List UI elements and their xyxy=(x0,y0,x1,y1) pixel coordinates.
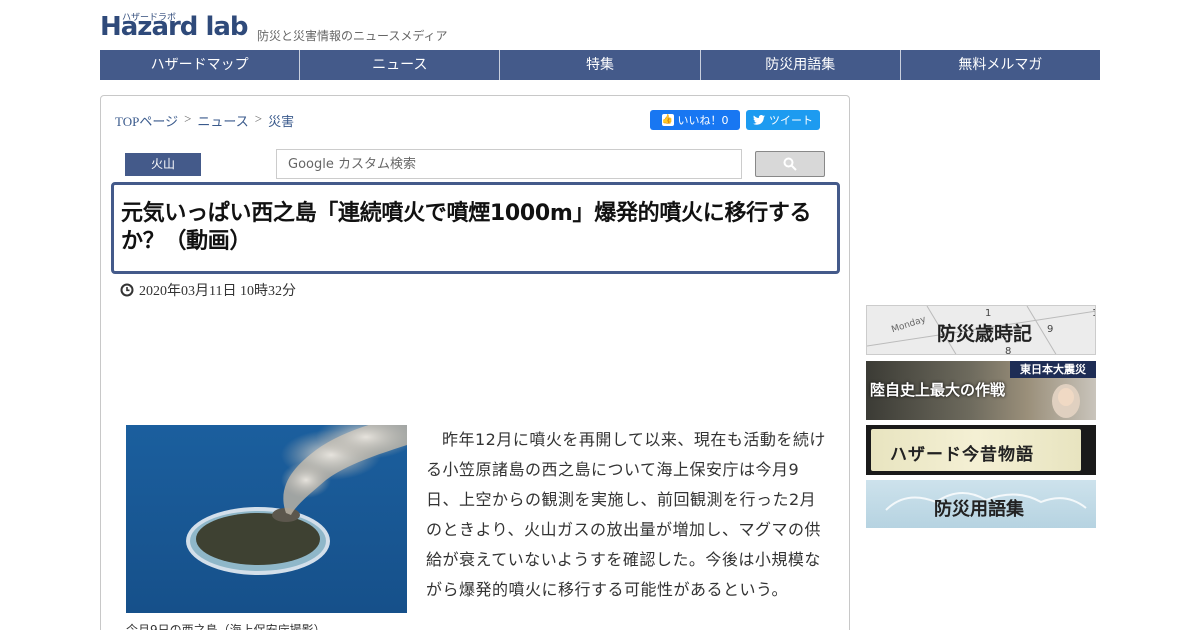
tweet-label: ツイート xyxy=(769,114,813,127)
site-tagline: 防災と災害情報のニュースメディア xyxy=(257,29,448,43)
breadcrumb-separator: > xyxy=(254,111,263,126)
facebook-like-button[interactable]: 👍 いいね！0 xyxy=(650,110,740,130)
search-button[interactable] xyxy=(755,151,825,177)
site-logo[interactable]: ハザードラボ Hazard lab xyxy=(100,10,249,42)
banner-konjaku-label: ハザード今昔物語 xyxy=(890,445,1034,465)
island-photo-image xyxy=(126,425,407,613)
global-nav: ハザードマップ ニュース 特集 防災用語集 無料メルマガ xyxy=(100,50,1100,80)
article-title: 元気いっぱい西之島「連続噴火で噴煙1000m」爆発的噴火に移行するか？（動画） xyxy=(121,201,812,254)
banner-rikuji-sakusen[interactable]: 東日本大震災 陸自史上最大の作戦 xyxy=(866,361,1096,420)
nav-hazard-map[interactable]: ハザードマップ xyxy=(100,50,301,80)
svg-text:8: 8 xyxy=(1005,346,1011,355)
search-icon xyxy=(783,157,797,171)
svg-text:1: 1 xyxy=(985,308,991,319)
twitter-bird-icon xyxy=(753,115,765,125)
article-date-text: 2020年03月11日 10時32分 xyxy=(139,284,296,299)
logo-text: Hazard lab xyxy=(100,12,249,42)
child-portrait-icon xyxy=(1052,384,1080,418)
thumbs-up-icon: 👍 xyxy=(661,114,674,126)
breadcrumb-disaster[interactable]: 災害 xyxy=(268,111,294,130)
breadcrumb: TOPページ > ニュース > 災害 xyxy=(115,111,294,130)
banner-rikuji-label: 陸自史上最大の作戦 xyxy=(870,381,1006,399)
breadcrumb-top[interactable]: TOPページ xyxy=(115,111,178,130)
breadcrumb-news[interactable]: ニュース xyxy=(197,111,248,130)
banner-bousai-yougoshu[interactable]: 防災用語集 xyxy=(866,480,1096,528)
nav-features[interactable]: 特集 xyxy=(500,50,701,80)
photo-caption: 今月9日の西之島（海上保安庁撮影） xyxy=(126,623,326,630)
clock-icon xyxy=(120,283,134,297)
article-body: 昨年12月に噴火を再開して以来、現在も活動を続ける小笠原諸島の西之島について海上… xyxy=(426,430,826,599)
banner-hazard-konjaku[interactable]: ハザード今昔物語 xyxy=(866,425,1096,475)
banner-yougoshu-label: 防災用語集 xyxy=(934,499,1024,520)
banner-bousai-saijiki[interactable]: 1 9 8 1 Monday 防災歳時記 xyxy=(866,305,1096,355)
article-date: 2020年03月11日 10時32分 xyxy=(120,280,296,300)
facebook-like-label: いいね！0 xyxy=(677,114,729,127)
tweet-button[interactable]: ツイート xyxy=(746,110,820,130)
banner-saijiki-label: 防災歳時記 xyxy=(937,323,1033,345)
svg-text:9: 9 xyxy=(1047,324,1053,335)
banner-rikuji-tag: 東日本大震災 xyxy=(1010,361,1096,378)
nav-newsletter[interactable]: 無料メルマガ xyxy=(901,50,1100,80)
article-container: TOPページ > ニュース > 災害 👍 いいね！0 ツイート 火山 元気いっぱ… xyxy=(100,95,850,630)
search-input[interactable] xyxy=(276,149,742,179)
category-badge[interactable]: 火山 xyxy=(125,153,201,176)
article-title-box: 元気いっぱい西之島「連続噴火で噴煙1000m」爆発的噴火に移行するか？（動画） xyxy=(111,182,840,274)
nav-news[interactable]: ニュース xyxy=(300,50,501,80)
nav-glossary[interactable]: 防災用語集 xyxy=(701,50,901,80)
svg-text:1: 1 xyxy=(1092,308,1096,319)
breadcrumb-separator: > xyxy=(184,111,192,126)
article-photo[interactable] xyxy=(126,425,407,613)
